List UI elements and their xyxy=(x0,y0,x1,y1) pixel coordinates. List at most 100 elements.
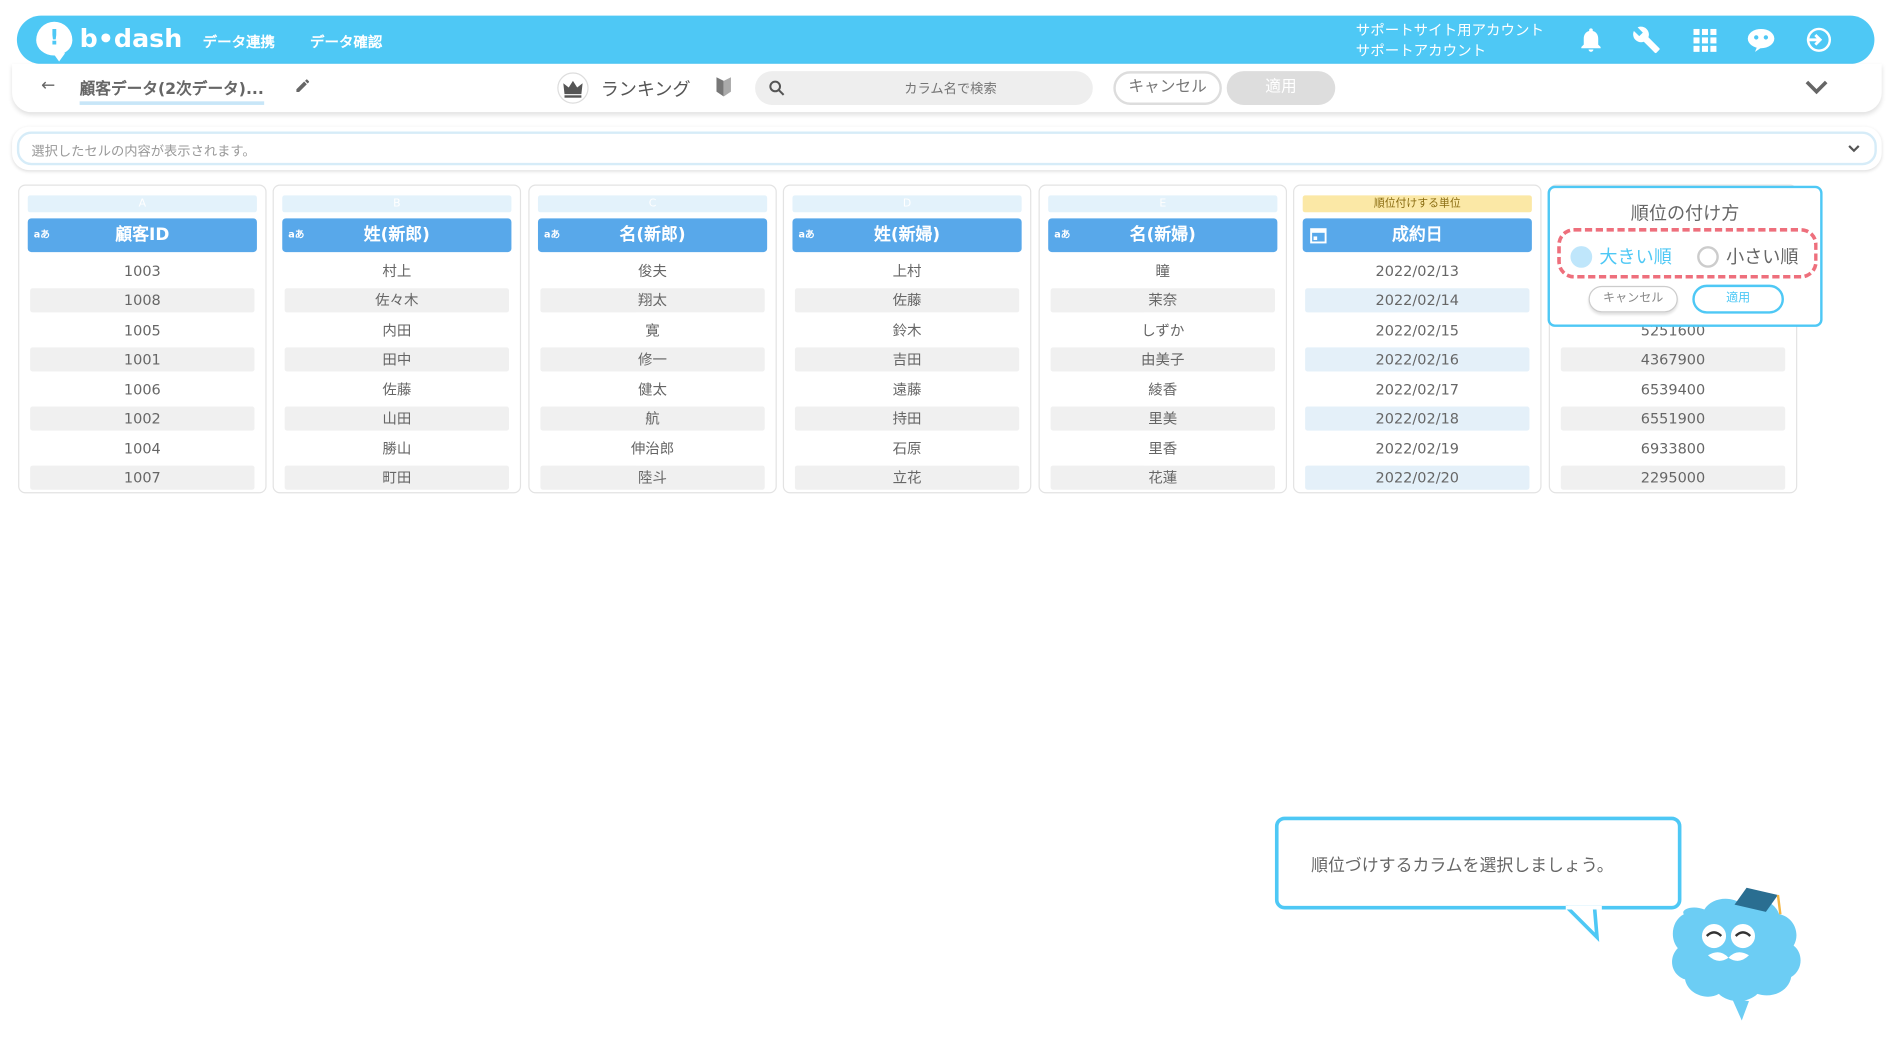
ranking-mode-label: ランキング xyxy=(600,78,691,101)
table-cell[interactable]: 2022/02/13 xyxy=(1305,259,1529,283)
popover-apply-button[interactable]: 適用 xyxy=(1692,284,1784,314)
column-4[interactable]: Daあ 姓(新婦) 上村佐藤鈴木吉田遠藤持田石原立花 xyxy=(782,184,1032,494)
cancel-button[interactable]: キャンセル xyxy=(1113,71,1222,105)
table-cell[interactable]: 2022/02/14 xyxy=(1305,288,1530,313)
table-cell[interactable]: 6539400 xyxy=(1561,378,1785,402)
column-6[interactable]: 順位付けする単位 成約日 2022/02/13 2022/02/14 2022/02/1… xyxy=(1293,184,1542,494)
table-cell[interactable]: 修一 xyxy=(540,347,765,372)
cell-content-field[interactable]: 選択したセルの内容が表示されます。 xyxy=(16,131,1877,166)
column-5[interactable]: Eaあ 名(新婦) 瞳茉奈 しずか 由美子 綾香 里美 里香 花蓮 xyxy=(1038,184,1288,494)
column-header[interactable]: aあ 姓(新郎) xyxy=(282,218,512,253)
table-cell[interactable]: 綾香 xyxy=(1051,378,1275,402)
chevron-down-icon[interactable] xyxy=(1803,76,1830,98)
bdash-logo[interactable]: ! b•dash xyxy=(36,21,182,62)
table-cell[interactable]: 佐藤 xyxy=(794,288,1020,313)
table-cell[interactable]: 町田 xyxy=(284,465,510,490)
table-cell[interactable]: 1008 xyxy=(30,288,255,313)
logout-icon[interactable] xyxy=(1802,25,1833,54)
column-header[interactable]: aあ 顧客ID xyxy=(27,218,257,253)
table-cell[interactable]: 4367900 xyxy=(1560,347,1786,372)
table-cell[interactable]: 山田 xyxy=(284,406,510,431)
apply-button[interactable]: 適用 xyxy=(1226,71,1336,105)
table-cell[interactable]: 上村 xyxy=(795,259,1019,283)
column-header[interactable]: aあ 名(新郎) xyxy=(537,218,768,253)
nav-data-integration[interactable]: データ連携 xyxy=(203,31,275,52)
radio-ascending-label: 小さい順 xyxy=(1726,246,1799,268)
table-cell[interactable]: 2022/02/15 xyxy=(1305,318,1529,342)
table-cell[interactable]: 健太 xyxy=(540,378,764,402)
column-search[interactable] xyxy=(755,71,1093,105)
table-cell[interactable]: 陸斗 xyxy=(540,465,765,490)
table-cell[interactable]: 6933800 xyxy=(1561,437,1785,461)
table-cell[interactable]: 茉奈 xyxy=(1050,288,1275,313)
table-cell[interactable]: 2022/02/18 xyxy=(1305,406,1530,431)
column-header[interactable]: aあ 姓(新婦) xyxy=(792,218,1022,253)
pencil-icon[interactable] xyxy=(294,77,311,94)
table-cell[interactable]: 1002 xyxy=(30,406,255,431)
table-cell[interactable]: 航 xyxy=(540,406,765,431)
table-cell[interactable]: しずか xyxy=(1051,318,1275,342)
expand-chevron-icon[interactable] xyxy=(1845,140,1862,157)
table-cell[interactable]: 立花 xyxy=(794,465,1020,490)
table-cell[interactable]: 1001 xyxy=(30,347,255,372)
table-cell[interactable]: 1005 xyxy=(30,318,254,342)
table-cell[interactable]: 翔太 xyxy=(540,288,765,313)
bell-icon[interactable] xyxy=(1575,25,1606,54)
table-cell[interactable]: 内田 xyxy=(285,318,509,342)
radio-ascending[interactable]: 小さい順 xyxy=(1697,244,1798,269)
table-cell[interactable]: 2022/02/16 xyxy=(1305,347,1530,372)
table-cell[interactable]: 1004 xyxy=(30,437,254,461)
table-cell[interactable]: 鈴木 xyxy=(795,318,1019,342)
table-cell[interactable]: 瞳 xyxy=(1051,259,1275,283)
radio-descending-dot[interactable] xyxy=(1570,245,1593,268)
table-cell[interactable]: 寛 xyxy=(540,318,764,342)
radio-ascending-dot[interactable] xyxy=(1697,245,1719,268)
table-cell[interactable]: 2022/02/20 xyxy=(1305,465,1530,490)
table-cell[interactable]: 田中 xyxy=(284,347,510,372)
wrench-icon[interactable] xyxy=(1631,25,1662,54)
table-cell[interactable]: 里美 xyxy=(1050,406,1275,431)
text-type-icon: aあ xyxy=(798,229,815,241)
back-arrow-icon[interactable]: ← xyxy=(41,76,55,95)
table-cell[interactable]: 2022/02/17 xyxy=(1305,378,1529,402)
column-1[interactable]: Aaあ 顧客ID 1003 1008 1005 1001 1006 1002 1004 1007 xyxy=(18,184,267,494)
radio-descending[interactable]: 大きい順 xyxy=(1570,244,1672,269)
table-cell[interactable]: 6551900 xyxy=(1560,406,1786,431)
table-cell[interactable]: 俊夫 xyxy=(540,259,764,283)
column-letter: D xyxy=(792,195,1022,213)
search-input[interactable] xyxy=(755,71,1093,105)
table-cell[interactable]: 村上 xyxy=(285,259,509,283)
table-cell[interactable]: 持田 xyxy=(794,406,1020,431)
column-header[interactable]: aあ 名(新婦) xyxy=(1048,218,1278,253)
table-cell[interactable]: 1006 xyxy=(30,378,254,402)
grid-icon[interactable] xyxy=(1689,25,1720,54)
table-cell[interactable]: 吉田 xyxy=(794,347,1020,372)
beginner-mark-icon[interactable] xyxy=(714,76,733,98)
column-header[interactable]: 成約日 xyxy=(1302,218,1532,253)
table-cell[interactable]: 里香 xyxy=(1051,437,1275,461)
radio-descending-label: 大きい順 xyxy=(1599,246,1672,268)
table-cell[interactable]: 1003 xyxy=(30,259,254,283)
nav-data-check[interactable]: データ確認 xyxy=(310,31,382,52)
column-3[interactable]: Caあ 名(新郎) 俊夫 翔太寛修一 健太航伸治郎 陸斗 xyxy=(528,184,777,494)
dataset-name[interactable]: 顧客データ(2次データ)... xyxy=(79,76,264,105)
table-cell[interactable]: 佐々木 xyxy=(284,288,510,313)
calendar-icon xyxy=(1310,228,1327,244)
table-cell[interactable]: 勝山 xyxy=(285,437,509,461)
popover-cancel-button[interactable]: キャンセル xyxy=(1588,285,1678,313)
table-cell[interactable]: 花蓮 xyxy=(1050,465,1275,490)
mascot-icon xyxy=(1672,887,1801,1021)
column-2[interactable]: Baあ 姓(新郎) 村上 佐々木 内田 田中 佐藤 山田 勝山 町田 xyxy=(272,184,522,494)
table-cell[interactable]: 2022/02/19 xyxy=(1305,437,1529,461)
table-cell[interactable]: 伸治郎 xyxy=(540,437,764,461)
table-cell[interactable]: 2295000 xyxy=(1560,465,1786,490)
rank-order-options: 大きい順 小さい順 xyxy=(1557,227,1818,279)
chat-bot-icon[interactable] xyxy=(1745,25,1776,54)
cell-content-placeholder: 選択したセルの内容が表示されます。 xyxy=(31,143,256,160)
table-cell[interactable]: 石原 xyxy=(795,437,1019,461)
table-cell[interactable]: 由美子 xyxy=(1050,347,1275,372)
account-info[interactable]: サポートサイト用アカウント サポートアカウント xyxy=(1356,21,1544,62)
table-cell[interactable]: 佐藤 xyxy=(285,378,509,402)
table-cell[interactable]: 遠藤 xyxy=(795,378,1019,402)
table-cell[interactable]: 1007 xyxy=(30,465,255,490)
